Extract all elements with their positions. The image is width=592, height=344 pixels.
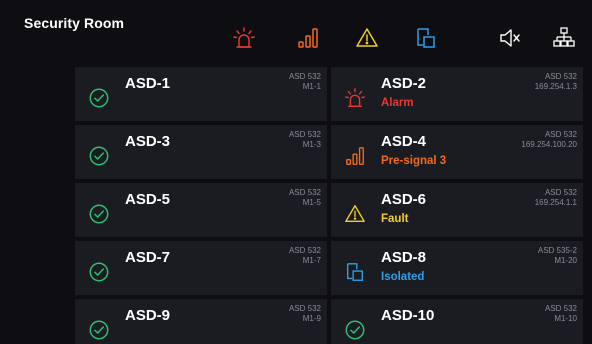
check-circle-icon — [88, 145, 110, 167]
device-model: ASD 532 — [544, 130, 577, 139]
device-address: 169.254.100.20 — [521, 140, 577, 149]
device-card[interactable]: ASD-6 Fault ASD 532 169.254.1.1 — [331, 183, 583, 237]
device-status: Alarm — [381, 97, 414, 109]
device-address: 169.254.1.3 — [534, 82, 577, 91]
device-name: ASD-8 — [381, 249, 427, 266]
device-name: ASD-5 — [125, 191, 171, 208]
fault-icon[interactable] — [355, 26, 379, 50]
device-info: ASD 535-2 M1-20 — [538, 246, 577, 266]
device-address: 169.254.1.1 — [534, 198, 577, 207]
header-bar: Security Room — [0, 0, 592, 62]
device-info: ASD 532 169.254.1.1 — [535, 188, 577, 208]
device-card[interactable]: ASD-5 ASD 532 M1-5 — [75, 183, 327, 237]
check-circle-icon — [88, 319, 110, 341]
device-info: ASD 532 M1-1 — [289, 72, 321, 92]
device-info: ASD 532 M1-10 — [545, 304, 577, 324]
device-model: ASD 532 — [288, 304, 321, 313]
pre-signal-icon[interactable] — [296, 26, 320, 50]
device-name: ASD-6 — [381, 191, 427, 208]
device-name: ASD-7 — [125, 249, 171, 266]
device-grid: ASD-1 ASD 532 M1-1 ASD-2 Alarm ASD 532 169.254… — [75, 67, 592, 344]
room-title: Security Room — [24, 15, 125, 31]
check-circle-icon — [88, 261, 110, 283]
isolated-icon[interactable] — [414, 26, 438, 50]
device-name: ASD-2 — [381, 75, 427, 92]
device-address: M1-9 — [302, 314, 321, 323]
check-circle-icon — [344, 319, 366, 341]
device-model: ASD 532 — [288, 246, 321, 255]
device-card[interactable]: ASD-3 ASD 532 M1-3 — [75, 125, 327, 179]
device-name: ASD-4 — [381, 133, 427, 150]
device-card[interactable]: ASD-2 Alarm ASD 532 169.254.1.3 — [331, 67, 583, 121]
device-name: ASD-10 — [381, 307, 435, 324]
device-address: M1-3 — [302, 140, 321, 149]
device-card[interactable]: ASD-8 Isolated ASD 535-2 M1-20 — [331, 241, 583, 295]
device-address: M1-7 — [302, 256, 321, 265]
device-info: ASD 532 169.254.1.3 — [535, 72, 577, 92]
check-circle-icon — [88, 203, 110, 225]
device-model: ASD 535-2 — [537, 246, 577, 255]
pre-signal-icon — [344, 145, 366, 167]
fault-icon — [344, 203, 366, 225]
device-model: ASD 532 — [544, 72, 577, 81]
device-model: ASD 532 — [544, 304, 577, 313]
device-name: ASD-9 — [125, 307, 171, 324]
device-model: ASD 532 — [288, 188, 321, 197]
isolated-icon — [344, 261, 366, 283]
device-status: Pre-signal 3 — [381, 155, 447, 167]
device-card[interactable]: ASD-7 ASD 532 M1-7 — [75, 241, 327, 295]
alarm-icon[interactable] — [232, 26, 256, 50]
device-info: ASD 532 M1-9 — [289, 304, 321, 324]
device-info: ASD 532 M1-3 — [289, 130, 321, 150]
device-address: M1-1 — [302, 82, 321, 91]
network-icon[interactable] — [552, 26, 576, 50]
device-model: ASD 532 — [288, 130, 321, 139]
device-info: ASD 532 169.254.100.20 — [521, 130, 577, 150]
security-room-screen: Security Room ASD-1 ASD 532 M1-1 ASD-2 A… — [0, 0, 592, 344]
device-card[interactable]: ASD-1 ASD 532 M1-1 — [75, 67, 327, 121]
alarm-icon — [344, 87, 366, 109]
device-info: ASD 532 M1-5 — [289, 188, 321, 208]
device-status: Isolated — [381, 271, 425, 283]
device-address: M1-5 — [302, 198, 321, 207]
device-card[interactable]: ASD-10 ASD 532 M1-10 — [331, 299, 583, 344]
check-circle-icon — [88, 87, 110, 109]
device-name: ASD-1 — [125, 75, 171, 92]
mute-speaker-icon[interactable] — [498, 26, 522, 50]
device-address: M1-10 — [554, 314, 577, 323]
device-name: ASD-3 — [125, 133, 171, 150]
device-info: ASD 532 M1-7 — [289, 246, 321, 266]
device-model: ASD 532 — [544, 188, 577, 197]
device-address: M1-20 — [554, 256, 577, 265]
device-model: ASD 532 — [288, 72, 321, 81]
device-card[interactable]: ASD-4 Pre-signal 3 ASD 532 169.254.100.20 — [331, 125, 583, 179]
device-status: Fault — [381, 213, 409, 225]
device-card[interactable]: ASD-9 ASD 532 M1-9 — [75, 299, 327, 344]
